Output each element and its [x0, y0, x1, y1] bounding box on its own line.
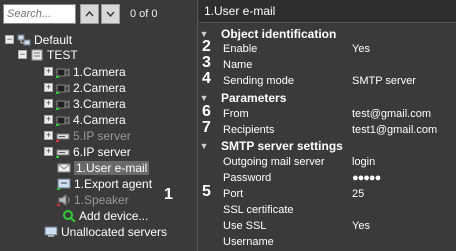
prop-port[interactable]: Port 25 — [199, 186, 456, 201]
server-icon — [30, 49, 44, 61]
tree-node-user-email[interactable]: 1.User e-mail — [57, 160, 150, 175]
prop-name: Name — [223, 58, 253, 71]
tree-node-speaker[interactable]: 1.Speaker — [57, 192, 129, 207]
computer-icon — [44, 226, 58, 238]
prop-value[interactable]: Yes — [352, 220, 370, 232]
tree-node-camera[interactable]: + 4.Camera — [44, 112, 126, 127]
prop-use-ssl[interactable]: Use SSL Yes — [199, 218, 456, 233]
prop-name: Username — [223, 235, 274, 248]
ip-server-icon — [56, 130, 70, 142]
section-object-identification[interactable]: ▼ Object identification — [199, 26, 456, 41]
section-parameters[interactable]: ▼ Parameters — [199, 90, 456, 105]
section-title: Object identification — [221, 26, 337, 41]
prop-value[interactable]: Yes — [352, 43, 370, 55]
panel-title: 1.User e-mail — [199, 0, 456, 23]
prop-password[interactable]: Password ●●●●● — [199, 170, 456, 185]
collapse-section-icon[interactable]: ▼ — [199, 141, 209, 151]
prop-name: Enable — [223, 42, 258, 55]
section-title: SMTP server settings — [221, 138, 343, 153]
add-device-icon — [62, 209, 76, 223]
tree-node-ip-server[interactable]: + 6.IP server — [44, 144, 131, 159]
expand-icon[interactable]: + — [44, 67, 53, 76]
tree-node-label: Unallocated servers — [61, 224, 168, 239]
speaker-icon — [57, 193, 71, 206]
tree-node-label: 3.Camera — [73, 96, 126, 111]
chevron-up-icon — [85, 11, 94, 17]
prop-name: SSL certificate — [223, 203, 294, 216]
network-icon — [17, 34, 31, 46]
prop-name-row[interactable]: Name — [199, 57, 456, 72]
tree-node-label: Add device... — [79, 208, 149, 223]
device-tree-panel: 0 of 0 − Default − TEST + 1.Camera + — [0, 0, 198, 251]
prop-outgoing-server[interactable]: Outgoing mail server login — [199, 154, 456, 169]
prop-from[interactable]: From test@gmail.com — [199, 106, 456, 121]
search-bar: 0 of 0 — [3, 4, 158, 24]
camera-icon — [56, 82, 70, 94]
tree-node-label: 1.Export agent — [74, 176, 153, 191]
prop-name: Outgoing mail server — [223, 155, 325, 168]
collapse-section-icon[interactable]: ▼ — [199, 93, 209, 103]
tree-node-ip-server[interactable]: + 5.IP server — [44, 128, 131, 143]
tree-node-label: 1.Speaker — [74, 192, 129, 207]
prop-name: Sending mode — [223, 74, 294, 87]
camera-icon — [56, 98, 70, 110]
chevron-down-icon — [106, 11, 115, 17]
tree-node-default[interactable]: − Default — [5, 32, 72, 47]
prop-name: Use SSL — [223, 219, 267, 232]
section-title: Parameters — [221, 90, 287, 105]
prop-enable[interactable]: Enable Yes — [199, 41, 456, 56]
export-agent-icon — [57, 178, 71, 190]
tree-node-label: 4.Camera — [73, 112, 126, 127]
camera-icon — [56, 66, 70, 78]
prop-name: Password — [223, 171, 272, 184]
callout-number: 1 — [164, 186, 173, 203]
prop-value[interactable]: 25 — [352, 188, 364, 200]
tree-node-camera[interactable]: + 2.Camera — [44, 80, 126, 95]
camera-icon — [56, 114, 70, 126]
prop-name: Port — [223, 187, 244, 200]
tree-node-label: 1.Camera — [73, 64, 126, 79]
collapse-icon[interactable]: − — [5, 35, 14, 44]
search-prev-button[interactable] — [80, 4, 99, 24]
search-next-button[interactable] — [101, 4, 120, 24]
prop-name: From — [223, 107, 249, 120]
tree-node-camera[interactable]: + 3.Camera — [44, 96, 126, 111]
prop-value[interactable]: SMTP server — [352, 75, 416, 87]
search-input[interactable] — [3, 4, 76, 24]
expand-icon[interactable]: + — [44, 99, 53, 108]
prop-value[interactable]: ●●●●● — [352, 172, 381, 184]
expand-icon[interactable]: + — [44, 115, 53, 124]
tree-node-label: TEST — [47, 47, 78, 62]
prop-username[interactable]: Username — [199, 234, 456, 249]
properties-panel: 1.User e-mail ▼ Object identification 2 … — [199, 0, 456, 251]
expand-icon[interactable]: + — [44, 131, 53, 140]
tree-node-label: Default — [34, 32, 73, 47]
tree-node-label: 1.User e-mail — [74, 160, 150, 175]
collapse-section-icon[interactable]: ▼ — [199, 29, 209, 39]
add-device-button[interactable]: Add device... — [62, 208, 148, 223]
prop-recipients[interactable]: Recipients test1@gmail.com — [199, 122, 456, 137]
tree-node-label: 6.IP server — [73, 144, 131, 159]
tree-node-label: 5.IP server — [73, 128, 131, 143]
tree-node-label: 2.Camera — [73, 80, 126, 95]
prop-value[interactable]: test@gmail.com — [352, 108, 431, 120]
ip-server-icon — [56, 146, 70, 158]
prop-value[interactable]: test1@gmail.com — [352, 124, 437, 136]
collapse-icon[interactable]: − — [18, 50, 27, 59]
prop-ssl-certificate[interactable]: SSL certificate — [199, 202, 456, 217]
expand-icon[interactable]: + — [44, 83, 53, 92]
prop-sending-mode[interactable]: Sending mode SMTP server — [199, 73, 456, 88]
search-counter: 0 of 0 — [130, 8, 158, 20]
tree-node-camera[interactable]: + 1.Camera — [44, 64, 126, 79]
tree-node-server[interactable]: − TEST — [18, 47, 78, 62]
section-smtp[interactable]: ▼ SMTP server settings — [199, 138, 456, 153]
tree-node-unallocated[interactable]: Unallocated servers — [44, 224, 167, 239]
tree-node-export-agent[interactable]: 1.Export agent — [57, 176, 152, 191]
prop-name: Recipients — [223, 123, 275, 136]
email-icon — [57, 162, 71, 174]
expand-icon[interactable]: + — [44, 147, 53, 156]
prop-value[interactable]: login — [352, 156, 375, 168]
